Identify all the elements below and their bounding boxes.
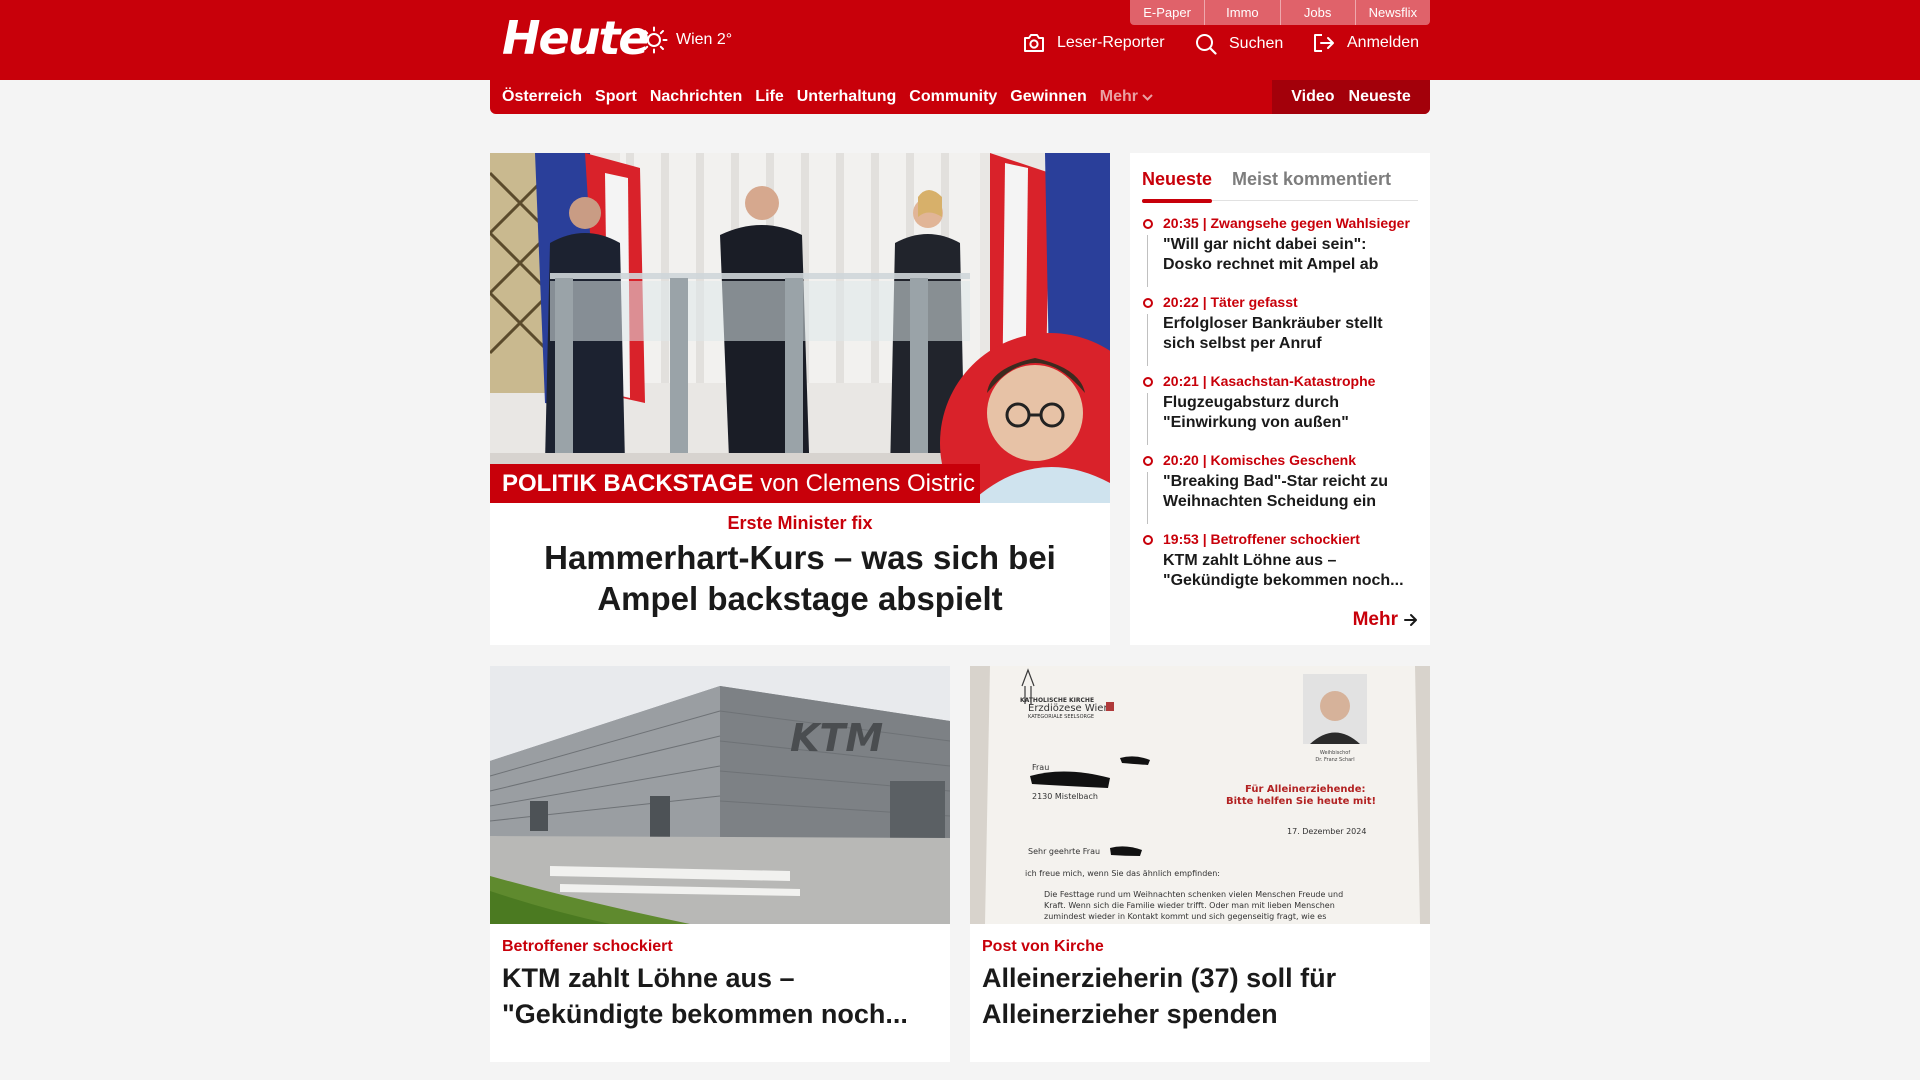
hero-image[interactable]: POLITIK BACKSTAGE von Clemens Oistric xyxy=(490,153,1110,503)
timeline-dot-icon xyxy=(1143,377,1153,387)
politik-backstage-banner: POLITIK BACKSTAGE von Clemens Oistric xyxy=(490,464,980,503)
timeline-dot-icon xyxy=(1143,298,1153,308)
arrow-right-icon xyxy=(1404,614,1417,626)
nav-item-unterhaltung[interactable]: Unterhaltung xyxy=(797,88,897,106)
ktm-sign-text: KTM xyxy=(790,716,883,760)
news-meta: 20:22 | Täter gefasst xyxy=(1163,294,1298,310)
card-title[interactable]: Alleinerzieherin (37) soll für Alleinerz… xyxy=(982,960,1418,1032)
banner-author-text: von Clemens Oistric xyxy=(753,470,975,497)
ktm-building-image[interactable]: KTM xyxy=(490,666,950,924)
heute-logo[interactable]: Heute xyxy=(502,14,650,62)
main-nav: Österreich Sport Nachrichten Life Unterh… xyxy=(490,80,1430,114)
search-button[interactable]: Suchen xyxy=(1195,33,1283,55)
hero-article[interactable]: POLITIK BACKSTAGE von Clemens Oistric Er… xyxy=(490,153,1110,645)
sidebar-tabs: Neueste Meist kommentiert xyxy=(1142,161,1418,201)
top-tab-immo[interactable]: Immo xyxy=(1205,0,1281,25)
timeline-dot-icon xyxy=(1143,456,1153,466)
letter-date: 17. Dezember 2024 xyxy=(1287,827,1366,836)
nav-right-group: Video Neueste xyxy=(1272,80,1430,114)
nav-item-oesterreich[interactable]: Österreich xyxy=(502,88,582,106)
camera-icon xyxy=(1024,34,1044,52)
nav-item-video[interactable]: Video xyxy=(1291,88,1334,106)
more-news-label: Mehr xyxy=(1352,609,1398,630)
nav-more-dropdown[interactable]: Mehr xyxy=(1100,88,1153,106)
nav-more-label: Mehr xyxy=(1099,88,1138,105)
card-kicker: Betroffener schockiert xyxy=(502,938,673,955)
tab-neueste[interactable]: Neueste xyxy=(1142,169,1212,190)
letter-org2: Erzdiözese Wien xyxy=(1028,703,1110,714)
latest-news-list: 20:35 | Zwangsehe gegen Wahlsieger "Will… xyxy=(1142,214,1418,609)
ktm-building-photo: KTM xyxy=(490,666,950,924)
letter-to: Frau xyxy=(1032,763,1049,772)
timeline-line xyxy=(1147,472,1148,524)
timeline-dot-icon xyxy=(1143,535,1153,545)
news-meta: 20:21 | Kasachstan-Katastrophe xyxy=(1163,373,1376,389)
list-item[interactable]: 19:53 | Betroffener schockiert KTM zahlt… xyxy=(1142,530,1418,609)
login-label: Anmelden xyxy=(1347,34,1420,51)
timeline-line xyxy=(1147,235,1148,287)
letter-body2: Kraft. Wenn sich die Familie wieder trif… xyxy=(1044,901,1335,910)
top-tab-jobs[interactable]: Jobs xyxy=(1281,0,1356,25)
letter-heading2: Bitte helfen Sie heute mit! xyxy=(1226,796,1376,807)
hero-kicker: Erste Minister fix xyxy=(727,513,873,533)
article-card-kirche[interactable]: KATHOLISCHE KIRCHE Erzdiözese Wien KATEG… xyxy=(970,666,1430,1062)
letter-line1: ich freue mich, wenn Sie das ähnlich emp… xyxy=(1025,869,1220,878)
sun-icon xyxy=(640,26,668,54)
letter-salutation: Sehr geehrte Frau xyxy=(1028,847,1100,856)
news-title[interactable]: "Breaking Bad"-Star reicht zu Weihnachte… xyxy=(1163,472,1418,512)
nav-item-gewinnen[interactable]: Gewinnen xyxy=(1010,88,1086,106)
banner-strong-text: POLITIK BACKSTAGE xyxy=(502,470,754,497)
more-news-link[interactable]: Mehr xyxy=(1353,609,1418,631)
nav-item-life[interactable]: Life xyxy=(755,88,783,106)
weather-text: Wien 2° xyxy=(676,31,733,48)
list-item[interactable]: 20:20 | Komisches Geschenk "Breaking Bad… xyxy=(1142,451,1418,530)
login-button[interactable]: Anmelden xyxy=(1313,33,1419,53)
news-meta: 20:20 | Komisches Geschenk xyxy=(1163,452,1357,468)
card-kicker: Post von Kirche xyxy=(982,938,1104,955)
hero-title[interactable]: Hammerhart-Kurs – was sich bei Ampel bac… xyxy=(498,537,1102,619)
letter-body1: Die Festtage rund um Weihnachten schenke… xyxy=(1044,890,1343,899)
news-title[interactable]: KTM zahlt Löhne aus – "Gekündigte bekomm… xyxy=(1163,551,1418,591)
site-header: Heute Wien 2° E-Paper Immo Jobs Newsflix… xyxy=(0,0,1920,80)
timeline-line xyxy=(1147,314,1148,366)
top-tab-newsflix[interactable]: Newsflix xyxy=(1356,0,1430,25)
weather-widget[interactable]: Wien 2° xyxy=(640,26,732,54)
nav-item-sport[interactable]: Sport xyxy=(595,88,637,106)
search-label: Suchen xyxy=(1229,35,1284,52)
letter-heading1: Für Alleinerziehende: xyxy=(1245,784,1366,795)
tab-meist-kommentiert[interactable]: Meist kommentiert xyxy=(1232,169,1391,190)
list-item[interactable]: 20:35 | Zwangsehe gegen Wahlsieger "Will… xyxy=(1142,214,1418,293)
timeline-line xyxy=(1147,393,1148,445)
card-title[interactable]: KTM zahlt Löhne aus – "Gekündigte bekomm… xyxy=(502,960,938,1032)
nav-item-nachrichten[interactable]: Nachrichten xyxy=(650,88,742,106)
letter-photo-caption1: Weihbischof xyxy=(1320,750,1350,756)
news-meta: 19:53 | Betroffener schockiert xyxy=(1163,531,1360,547)
news-title[interactable]: "Will gar nicht dabei sein": Dosko rechn… xyxy=(1163,235,1418,275)
letter-photo-caption2: Dr. Franz Scharl xyxy=(1315,757,1354,763)
top-tabs: E-Paper Immo Jobs Newsflix xyxy=(1130,0,1430,25)
news-sidebar: Neueste Meist kommentiert 20:35 | Zwangs… xyxy=(1130,153,1430,645)
article-card-ktm[interactable]: KTM Betroffener schockiert KTM zahlt Löh… xyxy=(490,666,950,1062)
leser-reporter-button[interactable]: Leser-Reporter xyxy=(1023,33,1165,53)
news-meta: 20:35 | Zwangsehe gegen Wahlsieger xyxy=(1163,215,1410,231)
letter-body3: zumindest wieder in Kontakt kommt und si… xyxy=(1044,912,1326,921)
search-icon xyxy=(1196,34,1217,55)
leser-reporter-label: Leser-Reporter xyxy=(1057,34,1165,51)
news-title[interactable]: Erfolgloser Bankräuber stellt sich selbs… xyxy=(1163,314,1418,354)
chevron-down-icon xyxy=(1142,93,1153,101)
news-title[interactable]: Flugzeugabsturz durch "Einwirkung von au… xyxy=(1163,393,1418,433)
nav-item-community[interactable]: Community xyxy=(909,88,997,106)
list-item[interactable]: 20:22 | Täter gefasst Erfolgloser Bankrä… xyxy=(1142,293,1418,372)
active-tab-indicator xyxy=(1142,199,1212,203)
timeline-dot-icon xyxy=(1143,219,1153,229)
letter-city: 2130 Mistelbach xyxy=(1032,792,1098,801)
list-item[interactable]: 20:21 | Kasachstan-Katastrophe Flugzeuga… xyxy=(1142,372,1418,451)
church-letter-photo: KATHOLISCHE KIRCHE Erzdiözese Wien KATEG… xyxy=(970,666,1430,924)
press-conference-photo xyxy=(490,153,1110,503)
top-tab-epaper[interactable]: E-Paper xyxy=(1130,0,1206,25)
login-icon xyxy=(1314,34,1334,52)
church-letter-image[interactable]: KATHOLISCHE KIRCHE Erzdiözese Wien KATEG… xyxy=(970,666,1430,924)
letter-org3: KATEGORIALE SEELSORGE xyxy=(1028,714,1094,720)
nav-item-neueste[interactable]: Neueste xyxy=(1349,88,1411,106)
